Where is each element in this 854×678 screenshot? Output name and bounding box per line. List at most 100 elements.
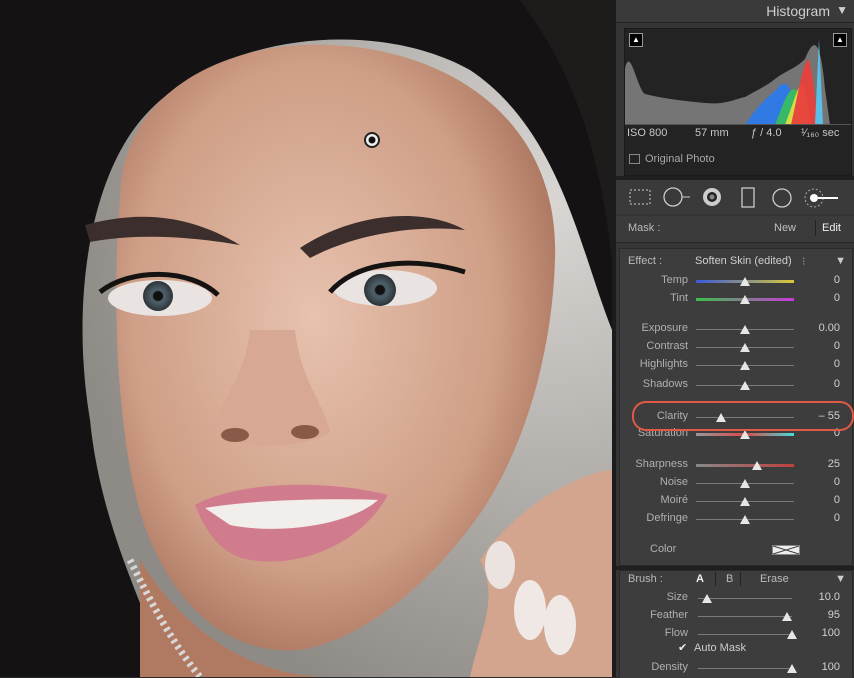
exif-shutter: ¹⁄₁₆₀ sec [801, 127, 840, 139]
highlights-value[interactable]: 0 [800, 358, 840, 370]
slider-row-moire: Moiré 0 [620, 494, 852, 510]
slider-row-noise: Noise 0 [620, 476, 852, 492]
histogram-graph [625, 39, 851, 125]
defringe-label: Defringe [646, 512, 688, 524]
crop-overlay-icon[interactable] [628, 187, 652, 207]
color-swatch-icon[interactable] [772, 545, 800, 555]
slider-row-highlights: Highlights 0 [620, 358, 852, 374]
moire-slider-thumb[interactable] [740, 497, 750, 506]
brush-section: Brush : A B Erase ▼ Size 10.0 Feather 95 Flo… [619, 570, 853, 678]
slider-row-temp: Temp 0 [620, 274, 852, 290]
radial-filter-icon[interactable] [770, 187, 794, 209]
exif-iso: ISO 800 [627, 127, 668, 139]
density-slider-track[interactable] [698, 668, 792, 669]
flow-slider-track[interactable] [698, 634, 792, 635]
slider-row-shadows: Shadows 0 [620, 378, 852, 394]
flow-value[interactable]: 100 [800, 627, 840, 639]
tint-label: Tint [670, 292, 688, 304]
color-label: Color [650, 543, 677, 555]
temp-value[interactable]: 0 [800, 274, 840, 286]
mask-divider [815, 220, 816, 236]
feather-label: Feather [650, 609, 688, 621]
triangle-down-icon[interactable]: ▼ [835, 255, 846, 267]
updown-chevron-icon[interactable]: ⁝ [802, 255, 806, 268]
tint-value[interactable]: 0 [800, 292, 840, 304]
histogram-title: Histogram [766, 3, 830, 19]
effect-preset-dropdown[interactable]: Soften Skin (edited) [695, 255, 792, 267]
contrast-slider-thumb[interactable] [740, 343, 750, 352]
photo-canvas[interactable] [0, 0, 612, 677]
original-photo-toggle[interactable]: Original Photo [629, 153, 715, 165]
contrast-label: Contrast [646, 340, 688, 352]
noise-value[interactable]: 0 [800, 476, 840, 488]
shadows-value[interactable]: 0 [800, 378, 840, 390]
slider-row-tint: Tint 0 [620, 292, 852, 308]
shadow-clipping-icon[interactable]: ▲ [629, 33, 643, 47]
exposure-slider-thumb[interactable] [740, 325, 750, 334]
develop-right-panel: Histogram ▼ ▲ ▲ ISO 800 57 mm ƒ / 4.0 ¹⁄… [616, 0, 854, 678]
saturation-slider-thumb[interactable] [740, 430, 750, 439]
mask-new-button[interactable]: New [774, 222, 796, 234]
sharpness-slider-track[interactable] [696, 464, 794, 467]
graduated-filter-icon[interactable] [738, 187, 758, 209]
brush-tab-divider [740, 572, 741, 586]
contrast-value[interactable]: 0 [800, 340, 840, 352]
slider-row-sharpness: Sharpness 25 [620, 458, 852, 474]
moire-label: Moiré [660, 494, 688, 506]
slider-row-exposure: Exposure 0.00 [620, 322, 852, 338]
spot-removal-icon[interactable] [662, 187, 692, 207]
shadows-slider-thumb[interactable] [740, 381, 750, 390]
brush-erase-tab[interactable]: Erase [760, 573, 789, 585]
size-slider-thumb[interactable] [702, 594, 713, 603]
size-value[interactable]: 10.0 [800, 591, 840, 603]
sharpness-label: Sharpness [635, 458, 688, 470]
exif-aperture: ƒ / 4.0 [751, 127, 782, 139]
brush-b-tab[interactable]: B [726, 573, 733, 585]
flow-slider-thumb[interactable] [787, 630, 797, 639]
highlight-clipping-icon[interactable]: ▲ [833, 33, 847, 47]
red-eye-icon[interactable] [700, 187, 724, 207]
original-photo-label: Original Photo [645, 153, 715, 165]
mask-label: Mask : [628, 222, 661, 234]
sharpness-value[interactable]: 25 [800, 458, 840, 470]
clarity-highlight-ring [632, 401, 854, 431]
highlights-slider-thumb[interactable] [740, 361, 750, 370]
histogram-header[interactable]: Histogram ▼ [616, 0, 854, 23]
effect-label: Effect : [628, 255, 663, 267]
feather-slider-track[interactable] [698, 616, 792, 617]
slider-row-defringe: Defringe 0 [620, 512, 852, 528]
defringe-value[interactable]: 0 [800, 512, 840, 524]
temp-label: Temp [661, 274, 688, 286]
size-label: Size [666, 591, 688, 603]
density-label: Density [651, 661, 688, 673]
adjustment-brush-icon[interactable] [804, 187, 840, 209]
temp-slider-thumb[interactable] [740, 277, 750, 286]
brush-a-tab[interactable]: A [696, 573, 704, 585]
exif-focal: 57 mm [695, 127, 729, 139]
highlights-label: Highlights [639, 358, 688, 370]
slider-row-density: Density 100 [620, 661, 852, 677]
mask-edit-button[interactable]: Edit [822, 222, 841, 234]
exposure-label: Exposure [641, 322, 688, 334]
slider-row-contrast: Contrast 0 [620, 340, 852, 356]
histogram-box: ▲ ▲ ISO 800 57 mm ƒ / 4.0 ¹⁄₁₆₀ sec Orig… [624, 28, 852, 176]
tool-strip [616, 180, 854, 214]
tint-slider-thumb[interactable] [740, 295, 750, 304]
triangle-down-icon[interactable]: ▼ [835, 573, 846, 585]
feather-slider-thumb[interactable] [782, 612, 793, 621]
noise-slider-thumb[interactable] [740, 479, 750, 488]
moire-value[interactable]: 0 [800, 494, 840, 506]
density-slider-thumb[interactable] [787, 664, 797, 673]
triangle-down-icon[interactable]: ▼ [836, 3, 848, 17]
noise-label: Noise [659, 476, 688, 488]
exposure-value[interactable]: 0.00 [800, 322, 840, 334]
auto-mask-label: Auto Mask [694, 642, 746, 654]
checkbox-icon[interactable] [629, 154, 640, 165]
density-value[interactable]: 100 [800, 661, 840, 673]
auto-mask-checkbox[interactable]: ✔ [678, 641, 687, 654]
defringe-slider-thumb[interactable] [740, 515, 750, 524]
feather-value[interactable]: 95 [800, 609, 840, 621]
slider-row-size: Size 10.0 [620, 591, 852, 607]
slider-row-feather: Feather 95 [620, 609, 852, 625]
sharpness-slider-thumb[interactable] [751, 461, 762, 470]
